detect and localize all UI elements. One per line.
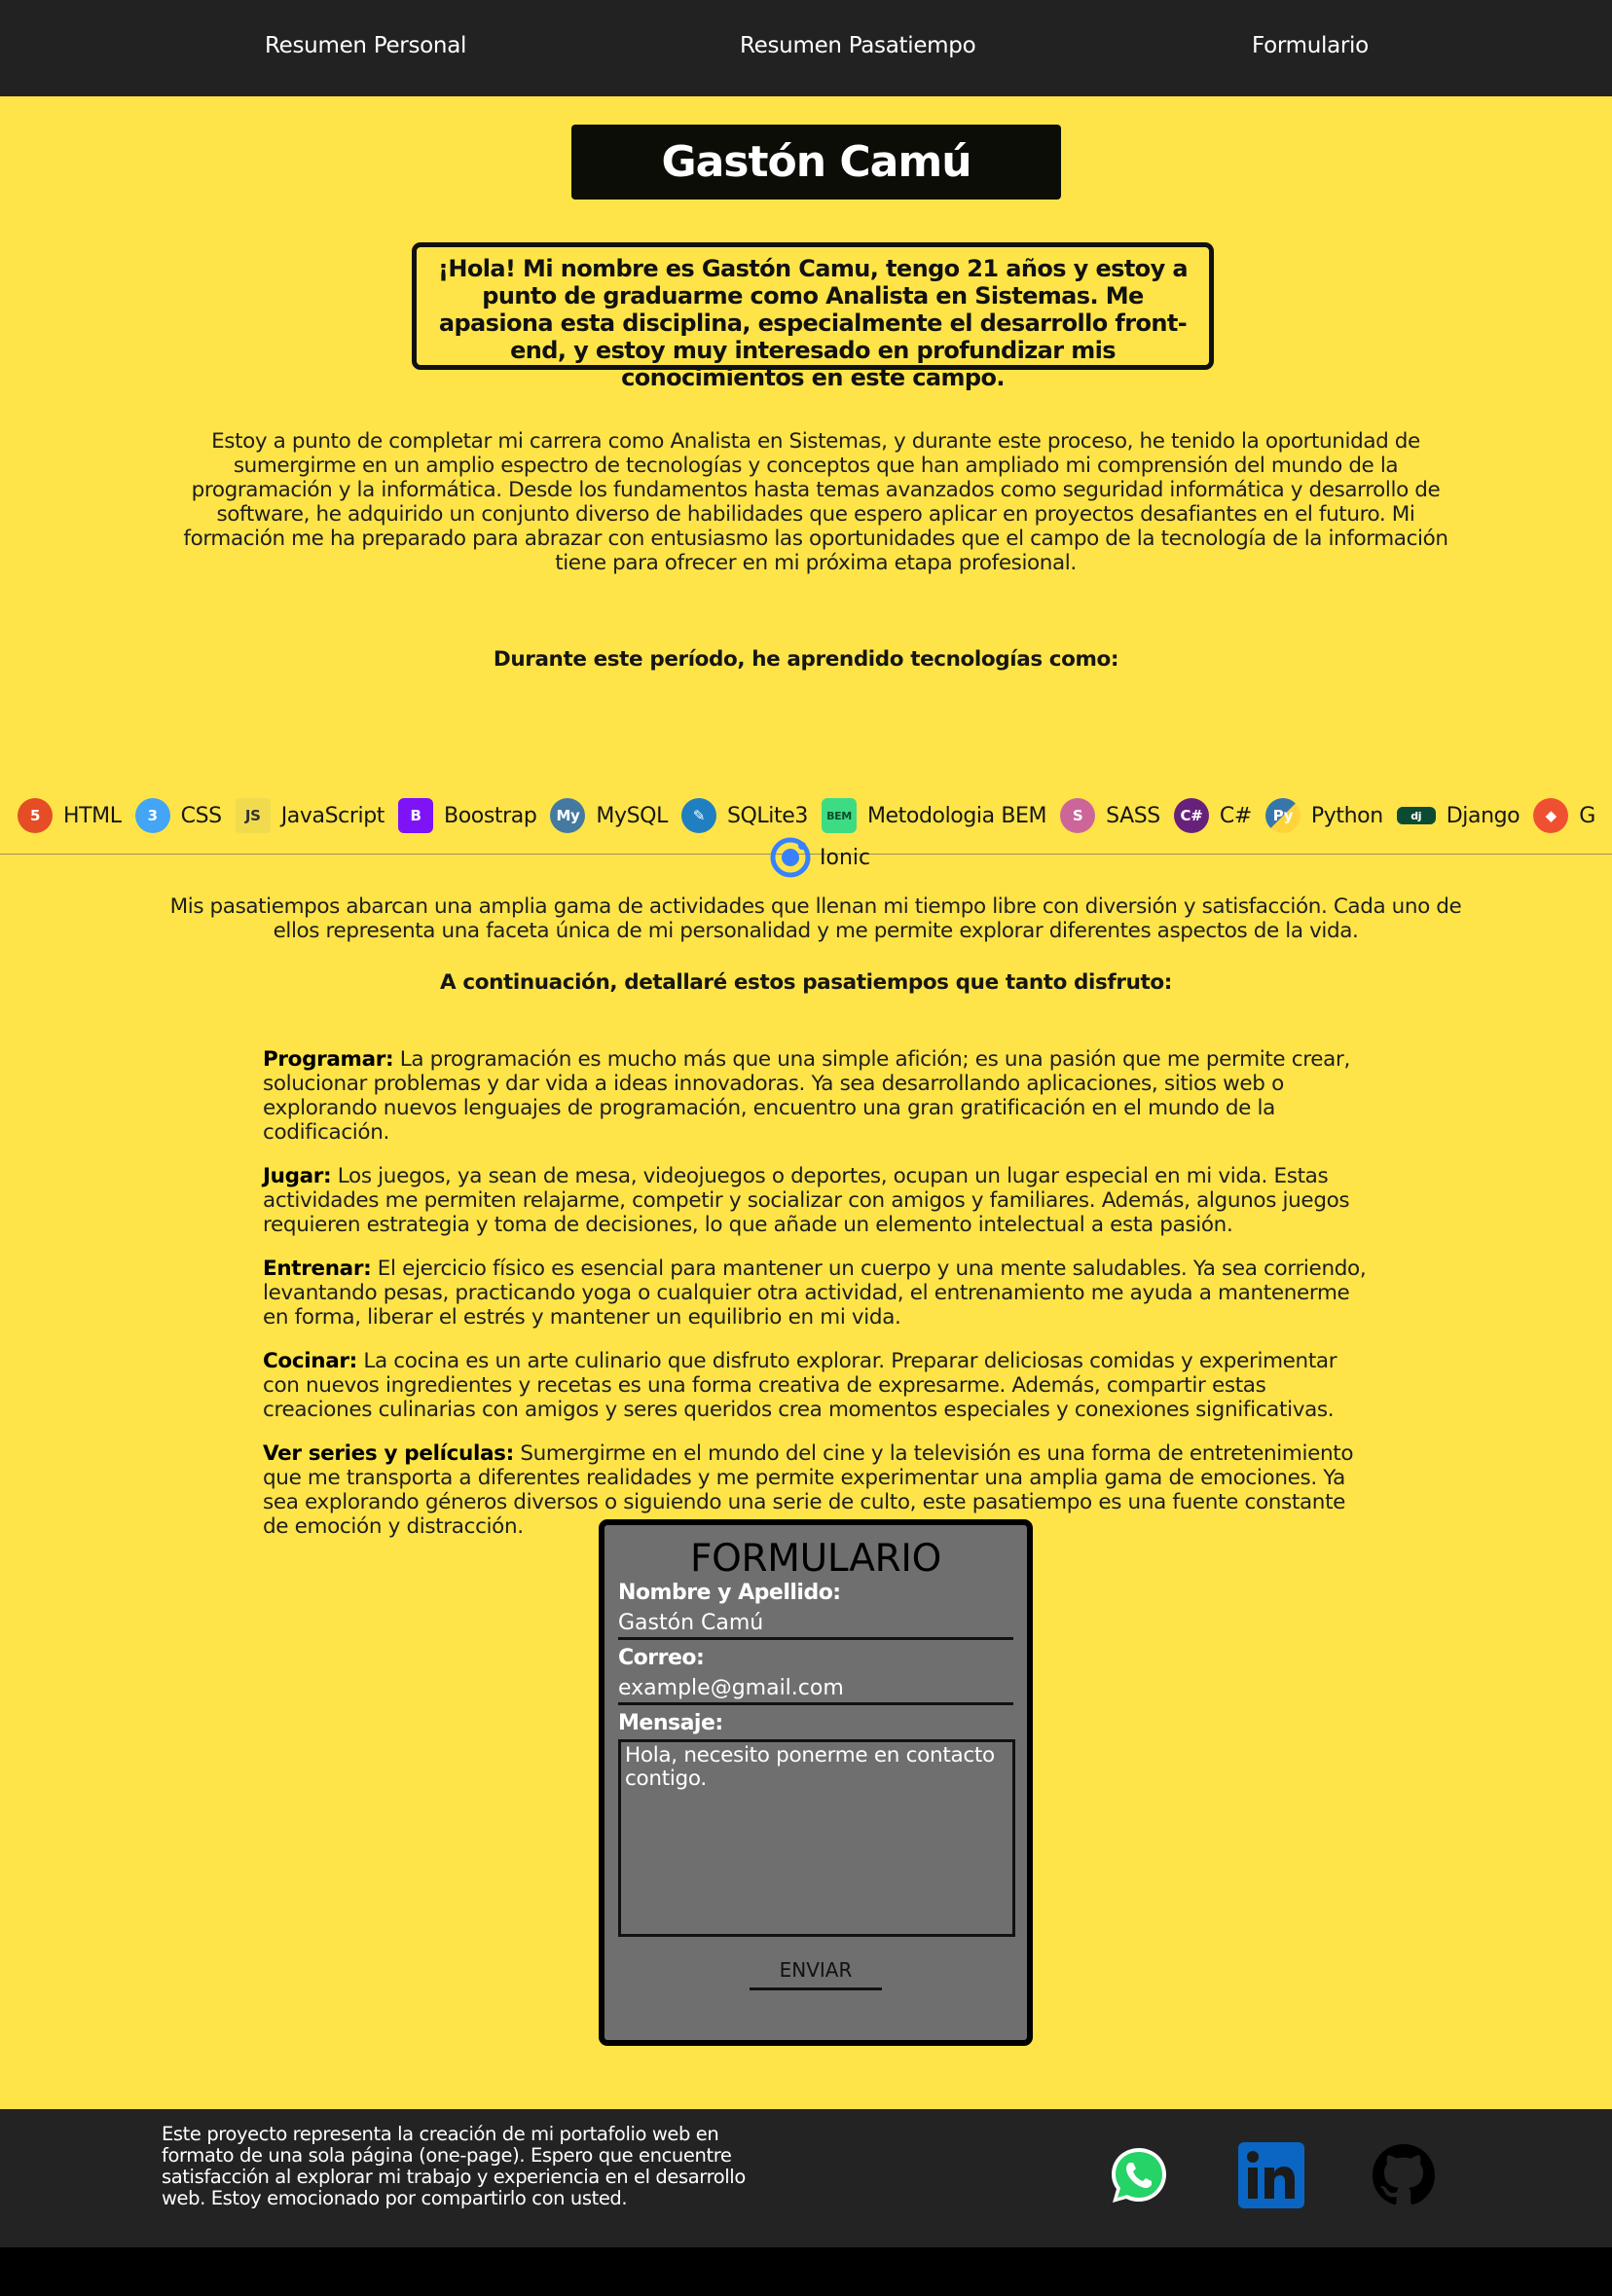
- hobbies-title: A continuación, detallaré estos pasatiem…: [440, 970, 1172, 995]
- tech-item-sass: S SASS: [1060, 798, 1160, 833]
- hobby-text: Los juegos, ya sean de mesa, videojuegos…: [263, 1164, 1350, 1237]
- page-title: Gastón Camú: [661, 137, 971, 187]
- tech-item-mysql: My MySQL: [550, 798, 668, 833]
- hobby-item: Entrenar: El ejercicio físico es esencia…: [263, 1257, 1373, 1330]
- tech-label: Metodologia BEM: [866, 803, 1047, 828]
- tech-item-javascript: JS JavaScript: [235, 798, 385, 833]
- ionic-icon: [770, 837, 811, 878]
- form-title: FORMULARIO: [689, 1537, 942, 1581]
- tech-item-sqlite3: ✎ SQLite3: [680, 798, 808, 833]
- mysql-icon: My: [550, 798, 586, 833]
- linkedin-link[interactable]: [1236, 2140, 1306, 2210]
- career-paragraph: Estoy a punto de completar mi carrera co…: [183, 429, 1448, 575]
- html5-icon: 5: [18, 798, 53, 833]
- main-content: Gastón Camú ¡Hola! Mi nombre es Gastón C…: [0, 96, 1612, 2109]
- tech-item-g: ◆ G: [1533, 798, 1595, 833]
- css3-icon: 3: [134, 798, 170, 833]
- technologies-title: Durante este período, he aprendido tecno…: [493, 647, 1119, 672]
- hobby-text: La programación es mucho más que una sim…: [263, 1047, 1350, 1145]
- hobby-item: Jugar: Los juegos, ya sean de mesa, vide…: [263, 1164, 1373, 1237]
- github-icon: [1373, 2144, 1435, 2205]
- hobby-item: Programar: La programación es mucho más …: [263, 1047, 1373, 1145]
- footer-text: Este proyecto representa la creación de …: [162, 2123, 746, 2209]
- tech-label: HTML: [63, 803, 122, 828]
- tech-item-css: 3 CSS: [134, 798, 222, 833]
- tech-item-html: 5 HTML: [18, 798, 122, 833]
- tech-label: G: [1579, 803, 1595, 828]
- sqlite-icon: ✎: [680, 798, 716, 833]
- hobby-name: Entrenar:: [263, 1257, 372, 1281]
- python-icon: Py: [1264, 798, 1301, 833]
- tech-label: Boostrap: [444, 803, 537, 828]
- name-banner: Gastón Camú: [571, 125, 1061, 200]
- submit-button[interactable]: ENVIAR: [750, 1958, 882, 1990]
- hobbies-list: Programar: La programación es mucho más …: [263, 1047, 1373, 1558]
- tech-label: Ionic: [820, 845, 871, 870]
- tech-label: MySQL: [596, 803, 668, 828]
- message-label: Mensaje:: [618, 1711, 723, 1735]
- email-field[interactable]: example@gmail.com: [618, 1670, 1013, 1705]
- tech-label: C#: [1219, 803, 1252, 828]
- intro-box: ¡Hola! Mi nombre es Gastón Camu, tengo 2…: [412, 242, 1214, 391]
- js-icon: JS: [235, 798, 271, 833]
- nav-link-resumen-personal[interactable]: Resumen Personal: [265, 33, 466, 58]
- tech-item-c-: C# C#: [1173, 798, 1252, 833]
- tech-item-python: Py Python: [1264, 798, 1383, 833]
- tech-item-django: dj Django: [1396, 803, 1520, 828]
- hobby-name: Programar:: [263, 1047, 394, 1072]
- hobby-text: La cocina es un arte culinario que disfr…: [263, 1349, 1337, 1422]
- hobby-text: El ejercicio físico es esencial para man…: [263, 1257, 1367, 1330]
- tech-label: SASS: [1106, 803, 1160, 828]
- contact-form: FORMULARIO Nombre y Apellido: Gastón Cam…: [599, 1519, 1033, 2046]
- hobby-item: Cocinar: La cocina es un arte culinario …: [263, 1349, 1373, 1422]
- hobbies-intro: Mis pasatiempos abarcan una amplia gama …: [169, 894, 1462, 943]
- name-label: Nombre y Apellido:: [618, 1581, 841, 1605]
- hobby-name: Jugar:: [263, 1164, 332, 1188]
- message-textarea[interactable]: [618, 1739, 1015, 1937]
- name-field[interactable]: Gastón Camú: [618, 1605, 1013, 1640]
- nav-link-formulario[interactable]: Formulario: [1252, 33, 1369, 58]
- bem-icon: BEM: [821, 798, 857, 833]
- email-label: Correo:: [618, 1646, 705, 1670]
- tech-label: JavaScript: [280, 803, 385, 828]
- tech-item-ionic: Ionic: [769, 836, 870, 879]
- sass-icon: S: [1060, 798, 1096, 833]
- tech-label: Django: [1446, 803, 1520, 828]
- django-icon: dj: [1396, 807, 1436, 824]
- csharp-icon: C#: [1173, 798, 1209, 833]
- technologies-list: 5 HTML 3 CSS JS JavaScript B Boostrap My MySQL ✎ SQ…: [18, 795, 1612, 836]
- hobby-name: Cocinar:: [263, 1349, 357, 1373]
- whatsapp-icon: [1112, 2148, 1166, 2203]
- linkedin-icon: [1238, 2142, 1304, 2208]
- tech-label: Python: [1310, 803, 1383, 828]
- nav-link-resumen-pasatiempo[interactable]: Resumen Pasatiempo: [740, 33, 976, 58]
- hobby-name: Ver series y películas:: [263, 1441, 514, 1466]
- bootstrap-icon: B: [398, 798, 433, 833]
- top-nav: Resumen Personal Resumen Pasatiempo Form…: [0, 0, 1612, 96]
- tech-label: CSS: [180, 803, 222, 828]
- github-link[interactable]: [1369, 2140, 1439, 2210]
- tech-item-boostrap: B Boostrap: [398, 798, 537, 833]
- tech-item-metodologia-bem: BEM Metodologia BEM: [821, 798, 1047, 833]
- whatsapp-link[interactable]: [1104, 2140, 1174, 2210]
- tech-label: SQLite3: [726, 803, 808, 828]
- git-icon: ◆: [1533, 798, 1569, 833]
